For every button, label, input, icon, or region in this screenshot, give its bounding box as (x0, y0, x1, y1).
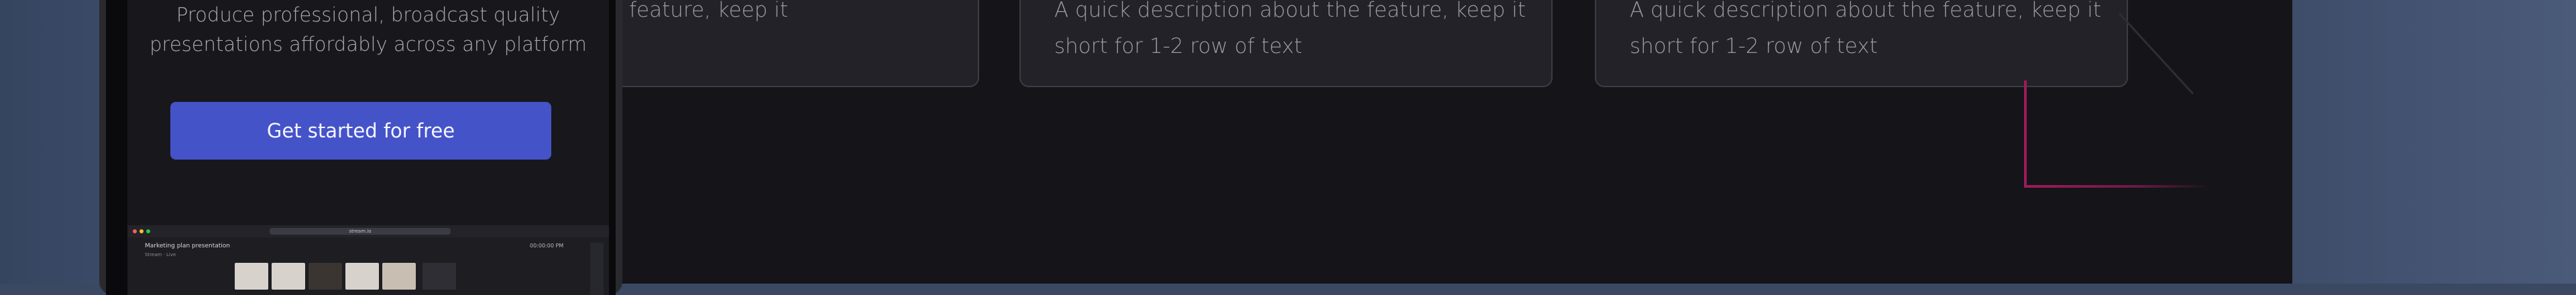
feature-card-2: A quick description about the feature, k… (1019, 0, 1553, 87)
background-left (0, 0, 107, 284)
participant-thumbnail (382, 263, 416, 290)
feature-card-text: A quick description about the feature, k… (1630, 0, 2102, 58)
feature-card-3: A quick description about the feature, k… (1595, 0, 2128, 87)
app-preview-title: Marketing plan presentation (145, 243, 230, 249)
participant-thumbnail (309, 263, 342, 290)
app-preview-subtitle: Stream · Live (145, 252, 176, 257)
app-preview-titlebar: stream.io (127, 225, 609, 237)
feature-card-text: A quick description about the feature, k… (1054, 0, 1526, 58)
close-dot-icon (133, 229, 137, 233)
decorative-line-vertical (2024, 80, 2027, 188)
decorative-line-horizontal (2024, 185, 2212, 188)
decorative-diagonal-line (2118, 12, 2194, 95)
hero-description: Produce professional, broadcast quality … (150, 3, 587, 56)
get-started-button[interactable]: Get started for free (170, 102, 551, 160)
minimize-dot-icon (139, 229, 144, 233)
app-preview-url: stream.io (270, 228, 451, 235)
app-preview-sidebar (590, 243, 604, 295)
maximize-dot-icon (146, 229, 150, 233)
participant-thumbnail (345, 263, 379, 290)
app-preview-screenshot: stream.io Marketing plan presentation St… (127, 225, 609, 295)
app-preview-time: 00:00:00 PM (530, 243, 564, 249)
participant-thumbnail (423, 263, 456, 290)
participant-thumbnail (235, 263, 268, 290)
phone-screen: Produce professional, broadcast quality … (127, 0, 609, 295)
participant-thumbnail (272, 263, 305, 290)
background-right (2292, 0, 2576, 284)
